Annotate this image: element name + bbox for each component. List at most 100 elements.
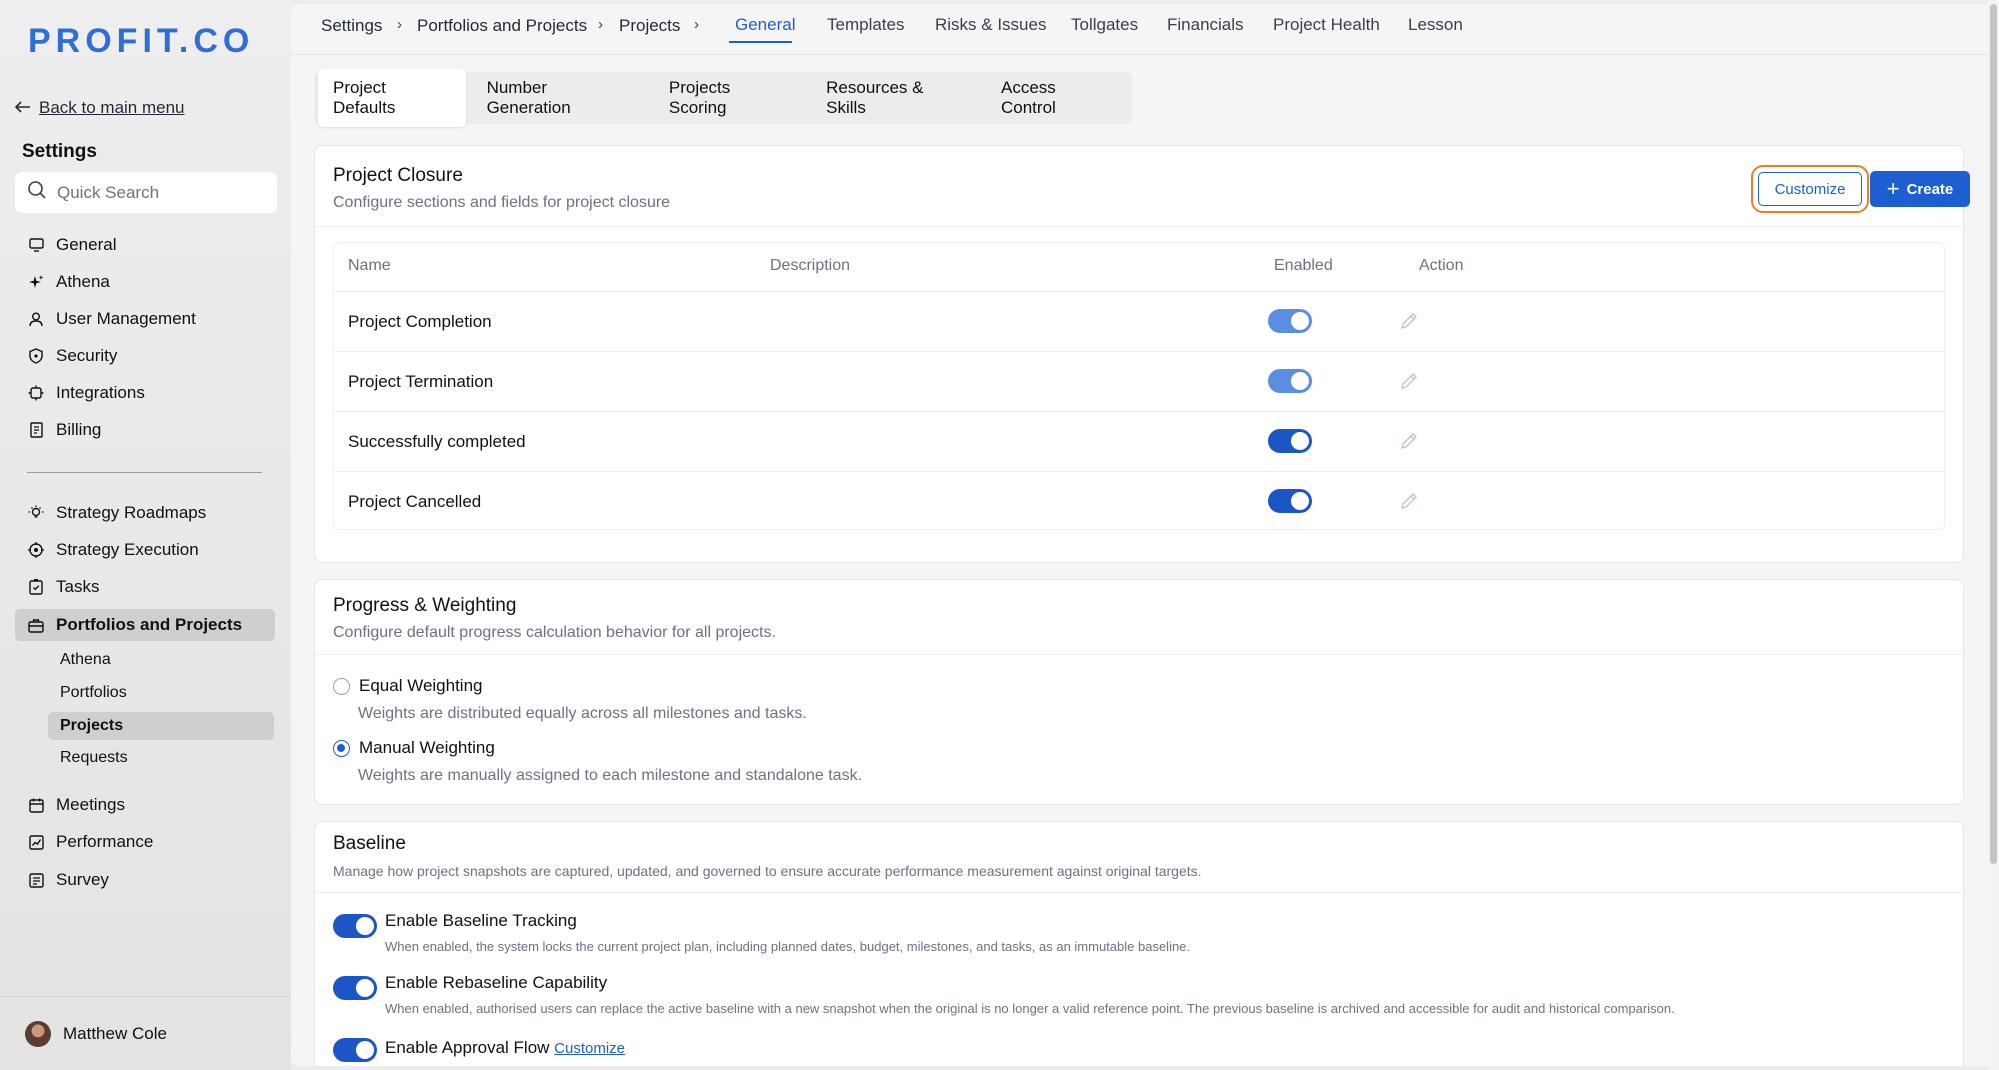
sidebar-item-label: User Management: [56, 309, 196, 328]
subtab-project-defaults[interactable]: Project Defaults: [318, 69, 466, 127]
table-row: Project Termination: [334, 351, 1944, 411]
create-button[interactable]: + Create: [1870, 171, 1970, 207]
sidebar-item-strategy-roadmaps[interactable]: Strategy Roadmaps: [15, 497, 275, 529]
top-navigation: Settings › Portfolios and Projects › Pro…: [291, 4, 1988, 55]
main-content: Settings › Portfolios and Projects › Pro…: [291, 4, 1988, 1066]
sidebar-item-billing[interactable]: Billing: [15, 414, 275, 446]
section-title: Progress & Weighting: [333, 595, 517, 616]
table-row: Project Completion: [334, 291, 1944, 351]
page-scrollbar[interactable]: [1988, 0, 1999, 1070]
tab-lesson[interactable]: Lesson: [1408, 15, 1463, 35]
radio-button[interactable]: [333, 739, 350, 757]
tab-financials[interactable]: Financials: [1167, 15, 1244, 35]
sidebar-item-label: General: [56, 235, 117, 254]
sidebar-item-label: Survey: [56, 870, 109, 889]
enabled-toggle[interactable]: [1268, 369, 1312, 393]
section-title: Baseline: [333, 833, 406, 854]
sidebar-subitem-portfolios[interactable]: Portfolios: [48, 679, 274, 707]
sidebar-item-label: Tasks: [56, 577, 100, 596]
sidebar-item-performance[interactable]: Performance: [15, 826, 275, 858]
arrow-left-icon: [14, 98, 31, 118]
customize-button[interactable]: Customize: [1751, 165, 1869, 213]
back-to-main-menu-link[interactable]: Back to main menu: [14, 98, 185, 118]
section-subtitle: Manage how project snapshots are capture…: [333, 863, 1202, 879]
setting-label: Enable Baseline Tracking: [385, 911, 577, 930]
chart-icon: [28, 834, 44, 850]
section-divider: [315, 892, 1963, 893]
table-row: Successfully completed: [334, 411, 1944, 471]
sidebar-item-general[interactable]: General: [15, 229, 275, 261]
row-name: Project Cancelled: [348, 492, 482, 511]
enabled-toggle[interactable]: [1268, 309, 1312, 333]
setting-label: Enable Rebaseline Capability: [385, 973, 608, 992]
progress-weighting-card: Progress & Weighting Configure default p…: [314, 579, 1964, 805]
subtab-projects-scoring[interactable]: Projects Scoring: [654, 69, 805, 127]
setting-description: When enabled, the system locks the curre…: [385, 939, 1191, 954]
sidebar-item-survey[interactable]: Survey: [15, 864, 275, 896]
column-header-enabled: Enabled: [1274, 257, 1333, 274]
breadcrumb-projects[interactable]: Projects: [619, 16, 680, 36]
sidebar-subitem-athena[interactable]: Athena: [48, 646, 274, 674]
enabled-toggle[interactable]: [1268, 429, 1312, 453]
scrollbar-thumb[interactable]: [1990, 4, 1997, 864]
baseline-card: Baseline Manage how project snapshots ar…: [314, 821, 1964, 1066]
user-name: Matthew Cole: [63, 1023, 167, 1043]
tab-general[interactable]: General: [735, 15, 795, 35]
sidebar-item-integrations[interactable]: Integrations: [15, 377, 275, 409]
column-header-name: Name: [348, 257, 391, 274]
breadcrumb-settings[interactable]: Settings: [321, 16, 382, 36]
radio-manual-weighting[interactable]: Manual Weighting: [333, 738, 495, 758]
rebaseline-capability-toggle[interactable]: [333, 976, 377, 1000]
sidebar-subitem-requests[interactable]: Requests: [48, 744, 274, 772]
sidebar-item-security[interactable]: Security: [15, 340, 275, 372]
baseline-tracking-toggle[interactable]: [333, 914, 377, 938]
sidebar-item-tasks[interactable]: Tasks: [15, 571, 275, 603]
row-name: Successfully completed: [348, 432, 526, 451]
tab-project-health[interactable]: Project Health: [1273, 15, 1380, 35]
approval-flow-toggle[interactable]: [333, 1038, 377, 1062]
row-name: Project Completion: [348, 312, 492, 331]
quick-search-box[interactable]: [15, 172, 277, 213]
sidebar-item-label: Strategy Roadmaps: [56, 503, 207, 522]
breadcrumb-separator: ›: [397, 16, 402, 33]
breadcrumb-portfolios-and-projects[interactable]: Portfolios and Projects: [417, 16, 587, 36]
tab-templates[interactable]: Templates: [827, 15, 904, 35]
subtab-resources-skills[interactable]: Resources & Skills: [811, 69, 980, 127]
calendar-icon: [28, 797, 44, 813]
tab-tollgates[interactable]: Tollgates: [1071, 15, 1138, 35]
row-name: Project Termination: [348, 372, 494, 391]
edit-pencil-icon[interactable]: [1398, 490, 1420, 512]
sidebar-item-athena[interactable]: Athena: [15, 266, 275, 298]
radio-button[interactable]: [333, 677, 350, 695]
subtab-access-control[interactable]: Access Control: [986, 69, 1128, 127]
sidebar-item-portfolios-and-projects[interactable]: Portfolios and Projects: [15, 609, 275, 641]
edit-pencil-icon[interactable]: [1398, 370, 1420, 392]
survey-icon: [28, 872, 44, 888]
approval-flow-customize-link[interactable]: Customize: [554, 1040, 625, 1057]
radio-equal-weighting[interactable]: Equal Weighting: [333, 676, 483, 696]
edit-pencil-icon[interactable]: [1398, 430, 1420, 452]
radio-label: Manual Weighting: [359, 738, 495, 757]
subtab-number-generation[interactable]: Number Generation: [472, 69, 648, 127]
sidebar-subitem-projects[interactable]: Projects: [48, 712, 274, 740]
edit-pencil-icon[interactable]: [1398, 310, 1420, 332]
target-icon: [28, 542, 44, 558]
sidebar-item-label: Strategy Execution: [56, 540, 199, 559]
sidebar-item-user-management[interactable]: User Management: [15, 303, 275, 335]
tab-risks-issues[interactable]: Risks & Issues: [935, 15, 1046, 35]
setting-description: When enabled, authorised users can repla…: [385, 1001, 1675, 1016]
monitor-icon: [28, 237, 44, 253]
section-subtitle: Configure sections and fields for projec…: [333, 194, 671, 211]
sidebar-item-label: Billing: [56, 420, 102, 439]
brand-logo[interactable]: PROFIT.CO: [28, 22, 254, 61]
user-profile[interactable]: Matthew Cole: [0, 996, 291, 1070]
radio-description: Weights are manually assigned to each mi…: [358, 767, 863, 784]
user-icon: [28, 311, 44, 327]
sidebar-item-strategy-execution[interactable]: Strategy Execution: [15, 534, 275, 566]
column-header-description: Description: [770, 257, 851, 274]
quick-search-input[interactable]: [57, 182, 257, 203]
sidebar-item-meetings[interactable]: Meetings: [15, 789, 275, 821]
closure-table: Name Description Enabled Action Project …: [333, 242, 1945, 530]
section-divider: [315, 226, 1963, 227]
enabled-toggle[interactable]: [1268, 489, 1312, 513]
